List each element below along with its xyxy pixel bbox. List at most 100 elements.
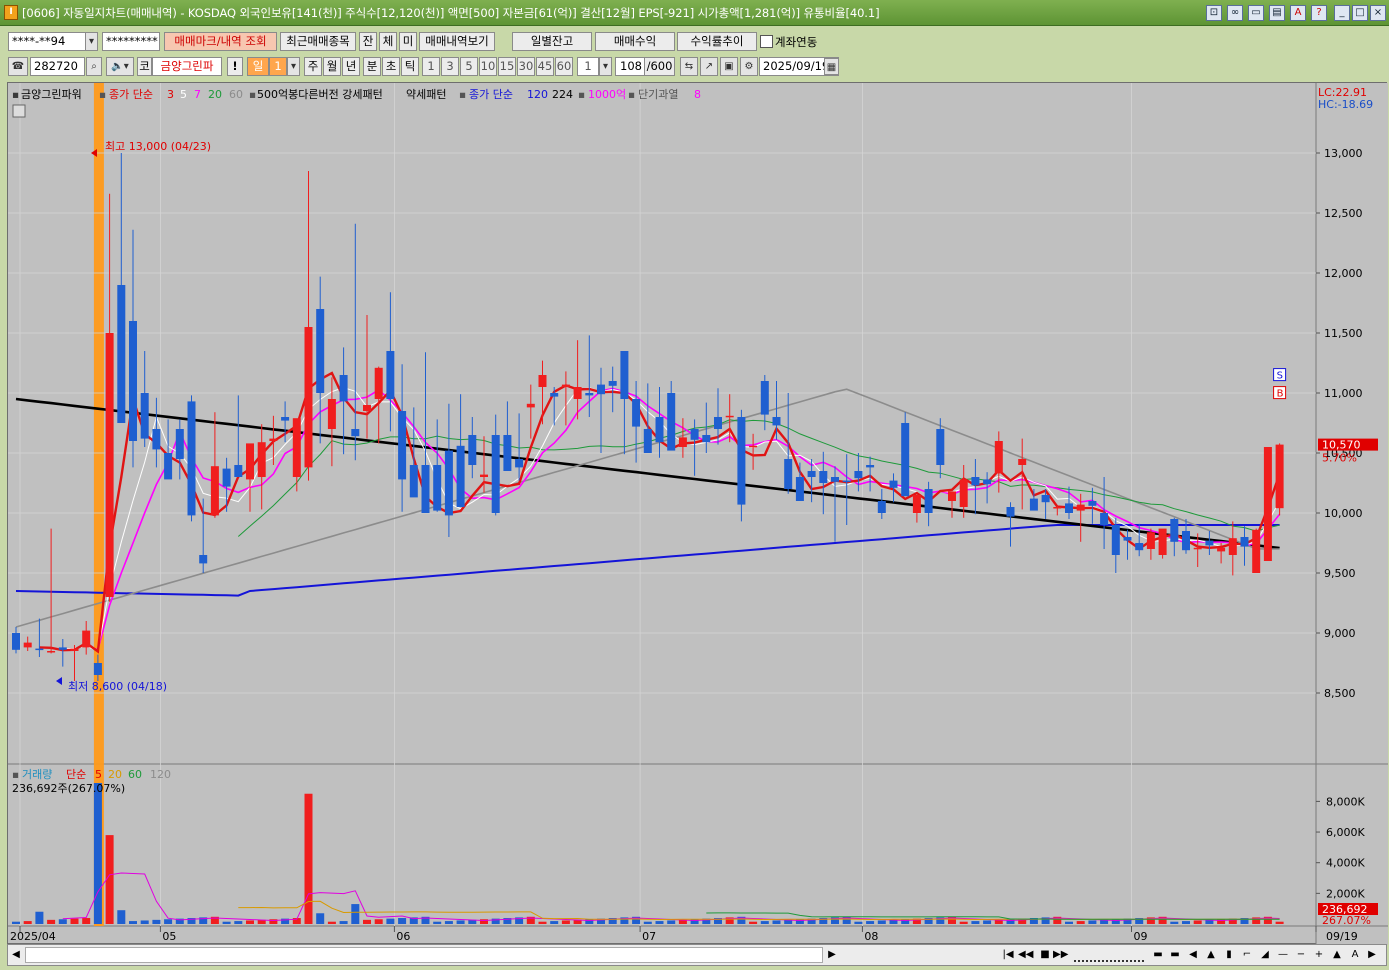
minute-30-button[interactable]: 30	[517, 57, 535, 76]
close-icon[interactable]: ×	[1370, 5, 1386, 21]
period-month-button[interactable]: 월	[323, 57, 341, 76]
chart-tool-icon[interactable]: ⇆	[680, 57, 698, 76]
stock-name[interactable]: 금양그린파	[152, 57, 222, 76]
balance-button[interactable]: 잔	[359, 32, 377, 51]
candle-body	[386, 351, 395, 399]
candle-body	[936, 429, 945, 465]
save-icon[interactable]: ▣	[720, 57, 738, 76]
plus-icon[interactable]: +	[1312, 948, 1326, 962]
indicator-icon[interactable]: ◢	[1258, 948, 1272, 962]
minute-10-button[interactable]: 10	[479, 57, 497, 76]
chart-scrollbar[interactable]: ◀ ▶ |◀ ◀◀ ■ ▶▶ ▬ ▬ ◀ ▲ ▮ ⌐ ◢ — − + ▲ A ▶	[7, 944, 1387, 966]
period-day-button[interactable]: 일	[247, 57, 269, 76]
rewind-icon[interactable]: ◀◀	[1018, 948, 1033, 962]
candle-body	[503, 435, 512, 471]
chevron-down-icon[interactable]: ▾	[85, 32, 98, 51]
link-icon[interactable]: ∞	[1227, 5, 1243, 21]
candle-body	[725, 415, 734, 418]
candlestick-chart[interactable]: SB 13,00012,50012,00011,50011,00010,5001…	[8, 83, 1388, 945]
up-icon[interactable]: ▲	[1330, 948, 1344, 962]
vol-tick-label: 2,000K	[1326, 887, 1365, 900]
candle-body	[468, 435, 477, 465]
low-annotation: 최저 8,600 (04/18)	[68, 680, 167, 693]
grid-toggle-icon[interactable]	[12, 104, 26, 118]
maximize-icon[interactable]: □	[1352, 5, 1368, 21]
scroll-right-icon[interactable]: ▶	[825, 948, 839, 962]
minute-1-button[interactable]: 1	[422, 57, 440, 76]
window-icon[interactable]: ▤	[1269, 5, 1285, 21]
chevron-down-icon[interactable]: ▾	[287, 57, 300, 76]
stock-code-input[interactable]: 282720	[30, 57, 85, 76]
count-input[interactable]: 108	[615, 57, 645, 76]
period-tick-button[interactable]: 틱	[401, 57, 419, 76]
minute-60-button[interactable]: 60	[555, 57, 573, 76]
period-minute-button[interactable]: 분	[363, 57, 381, 76]
stop-icon[interactable]: ■	[1038, 948, 1052, 962]
tick-value-input[interactable]: 1	[577, 57, 599, 76]
text-size-icon[interactable]: A	[1348, 948, 1362, 962]
chevron-down-icon[interactable]: ▾	[599, 57, 612, 76]
return-trend-button[interactable]: 수익률추이	[677, 32, 757, 51]
candle-body	[1076, 504, 1085, 511]
zoom-in-icon[interactable]: ▬	[1168, 948, 1182, 962]
candle-body	[854, 471, 863, 479]
candle-body	[831, 477, 839, 482]
period-num[interactable]: 1	[269, 57, 287, 76]
scroll-track[interactable]	[25, 947, 823, 963]
period-week-button[interactable]: 주	[304, 57, 322, 76]
filled-button[interactable]: 체	[379, 32, 397, 51]
trade-profit-button[interactable]: 매매수익	[595, 32, 675, 51]
alert-button[interactable]: !	[227, 57, 243, 76]
volume-bar	[93, 783, 102, 924]
help-icon[interactable]: ?	[1311, 5, 1327, 21]
period-year-button[interactable]: 년	[342, 57, 360, 76]
font-icon[interactable]: A	[1290, 5, 1306, 21]
scroll-left-icon[interactable]: ◀	[9, 948, 23, 962]
minute-3-button[interactable]: 3	[441, 57, 459, 76]
trend-tool-icon[interactable]: ↗	[700, 57, 718, 76]
search-icon[interactable]: ⌕	[86, 57, 102, 76]
minute-45-button[interactable]: 45	[536, 57, 554, 76]
trade-mark-button[interactable]: 매매마크/내역 조회	[164, 32, 277, 51]
candle-body	[140, 393, 149, 439]
zoom-out-icon[interactable]: ▬	[1151, 948, 1165, 962]
daily-balance-button[interactable]: 일별잔고	[512, 32, 592, 51]
volume-bar	[959, 921, 968, 924]
recent-trade-button[interactable]: 최근매매종목	[280, 32, 356, 51]
speed-slider[interactable]	[1074, 948, 1144, 962]
candle-body	[339, 375, 348, 402]
speaker-icon[interactable]: 🔈▾	[106, 57, 134, 76]
minute-15-button[interactable]: 15	[498, 57, 516, 76]
minimize-icon[interactable]: _	[1334, 5, 1350, 21]
first-icon[interactable]: |◀	[1001, 948, 1015, 962]
candle-body	[1217, 547, 1226, 552]
bar-mode-icon[interactable]: ▮	[1222, 948, 1236, 962]
candle-body	[1228, 538, 1237, 555]
trade-view-button[interactable]: 매매내역보기	[419, 32, 495, 51]
minus-icon[interactable]: −	[1294, 948, 1308, 962]
y-tick-label: 9,500	[1324, 567, 1356, 580]
period-second-button[interactable]: 초	[382, 57, 400, 76]
y-tick-label: 9,000	[1324, 627, 1356, 640]
unfilled-button[interactable]: 미	[399, 32, 417, 51]
forward-icon[interactable]: ▶▶	[1053, 948, 1068, 962]
remove-icon[interactable]: —	[1276, 948, 1290, 962]
phone-icon[interactable]: ☎	[8, 57, 28, 76]
candle-body	[398, 411, 407, 480]
line-mode-icon[interactable]: ⌐	[1240, 948, 1254, 962]
minute-5-button[interactable]: 5	[460, 57, 478, 76]
candle-body	[105, 333, 114, 597]
settings-icon[interactable]: ⚙	[740, 57, 758, 76]
account-link-checkbox[interactable]	[760, 35, 773, 48]
screen-icon[interactable]: ▭	[1248, 5, 1264, 21]
scroll-end-icon[interactable]: ▶	[1365, 948, 1379, 962]
restore-icon[interactable]: ⊡	[1206, 5, 1222, 21]
move-left-icon[interactable]: ◀	[1186, 948, 1200, 962]
candle-body	[1146, 532, 1155, 549]
password-input[interactable]: *********	[102, 32, 160, 51]
chart-area[interactable]: SB 13,000 12,500 12,000 11,500 11,000 10,500 1…	[7, 82, 1388, 945]
candle-body	[1275, 444, 1284, 509]
chart-mode-icon[interactable]: ▲	[1204, 948, 1218, 962]
calendar-icon[interactable]: ▦	[824, 58, 839, 75]
volume-bar	[129, 921, 137, 924]
